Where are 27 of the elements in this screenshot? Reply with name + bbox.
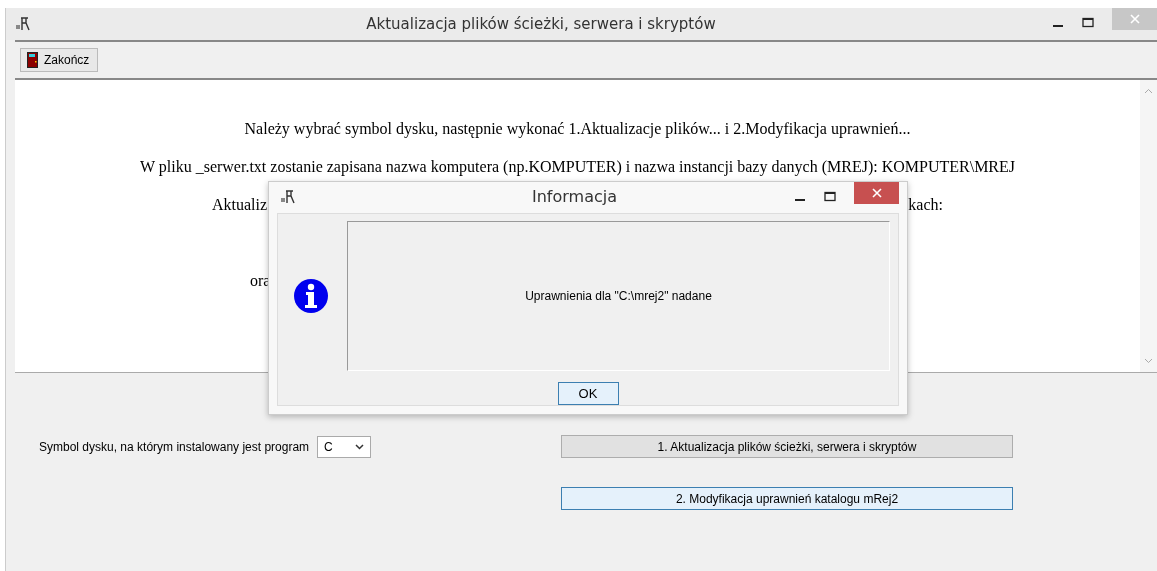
info-icon (293, 278, 329, 314)
scrollbar[interactable] (1140, 80, 1157, 372)
message-text: Uprawnienia dla "C:\mrej2" nadane (525, 289, 712, 303)
dialog-title: Informacja (531, 187, 618, 206)
exit-button[interactable]: Zakończ (20, 48, 99, 72)
instruction-text: Aktualiz (212, 196, 268, 214)
instruction-text: W pliku _serwer.txt zostanie zapisana nazwa komputera (np.KOMPUTER) i nazwa instancji bazy danych (MREJ): KOMPUTER\MREJ (138, 158, 1017, 176)
drive-label: Symbol dysku, na którym instalowany jest program (39, 440, 310, 454)
app-logo-icon (281, 189, 295, 204)
instruction-text: kach: (908, 196, 943, 214)
close-button[interactable] (854, 182, 899, 204)
maximize-icon[interactable] (824, 191, 836, 203)
app-logo-icon (16, 17, 30, 31)
close-button[interactable] (1112, 8, 1157, 30)
drive-dropdown[interactable]: C (317, 436, 372, 458)
door-icon (27, 52, 38, 68)
close-icon (870, 187, 883, 199)
close-icon (1128, 13, 1141, 25)
action-button[interactable]: 1. Aktualizacja plików ścieżki, serwera i skryptów (561, 435, 1013, 458)
action-button[interactable]: 2. Modyfikacja uprawnień katalogu mRej2 (561, 487, 1013, 510)
window-title: Aktualizacja plików ścieżki, serwera i skryptów (365, 15, 717, 33)
ok-button[interactable]: OK (557, 382, 619, 405)
scroll-down-icon[interactable] (1144, 358, 1153, 364)
dropdown-caret-icon (355, 444, 365, 450)
instruction-text: Należy wybrać symbol dysku, następnie wykonać 1.Aktualizacje plików... i 2.Modyfikacja uprawnień... (243, 120, 912, 138)
maximize-icon[interactable] (1082, 17, 1094, 29)
scroll-up-icon[interactable] (1144, 88, 1153, 94)
